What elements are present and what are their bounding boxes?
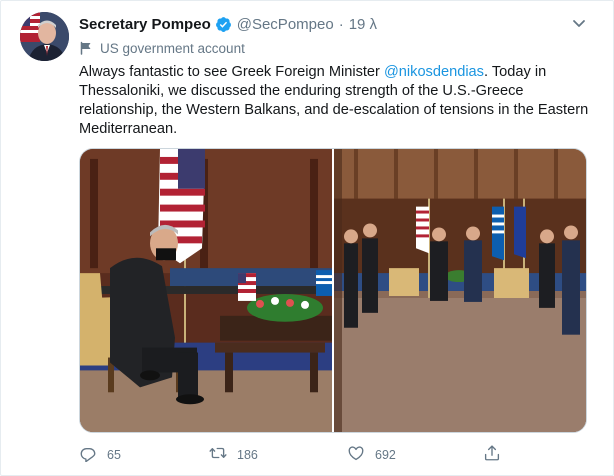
flag-icon [79, 41, 93, 55]
retweet-icon [209, 444, 227, 467]
author-display-name[interactable]: Secretary Pompeo [79, 16, 211, 33]
photo-left[interactable] [80, 149, 332, 432]
like-button[interactable]: 692 [347, 445, 396, 465]
retweet-count: 186 [237, 448, 258, 462]
author-handle[interactable]: @SecPompeo [237, 16, 334, 33]
reply-icon [79, 444, 97, 467]
tweet-timestamp[interactable]: 19 λ [349, 16, 377, 33]
separator-dot: · [338, 15, 344, 33]
like-count: 692 [375, 448, 396, 462]
reply-button[interactable]: 65 [79, 445, 121, 465]
media-grid [79, 148, 587, 433]
photo-right[interactable] [334, 149, 586, 432]
tweet-actions: 65 186 692 [79, 444, 589, 467]
account-label[interactable]: US government account [79, 39, 245, 57]
heart-icon [347, 444, 365, 467]
tweet-text-start: Always fantastic to see Greek Foreign Mi… [79, 64, 384, 80]
mention-link[interactable]: @nikosdendias [384, 64, 484, 80]
retweet-button[interactable]: 186 [209, 445, 258, 465]
share-button[interactable] [483, 444, 501, 467]
verified-badge-icon [215, 16, 232, 33]
reply-count: 65 [107, 448, 121, 462]
tweet-header: Secretary Pompeo @SecPompeo · 19 λ [79, 14, 377, 34]
share-icon [483, 444, 501, 467]
tweet-text: Always fantastic to see Greek Foreign Mi… [79, 63, 589, 139]
account-label-text: US government account [100, 40, 245, 56]
tweet-card[interactable]: Secretary Pompeo @SecPompeo · 19 λ US go… [0, 0, 614, 476]
avatar[interactable] [20, 12, 69, 61]
chevron-down-icon[interactable] [571, 15, 587, 31]
